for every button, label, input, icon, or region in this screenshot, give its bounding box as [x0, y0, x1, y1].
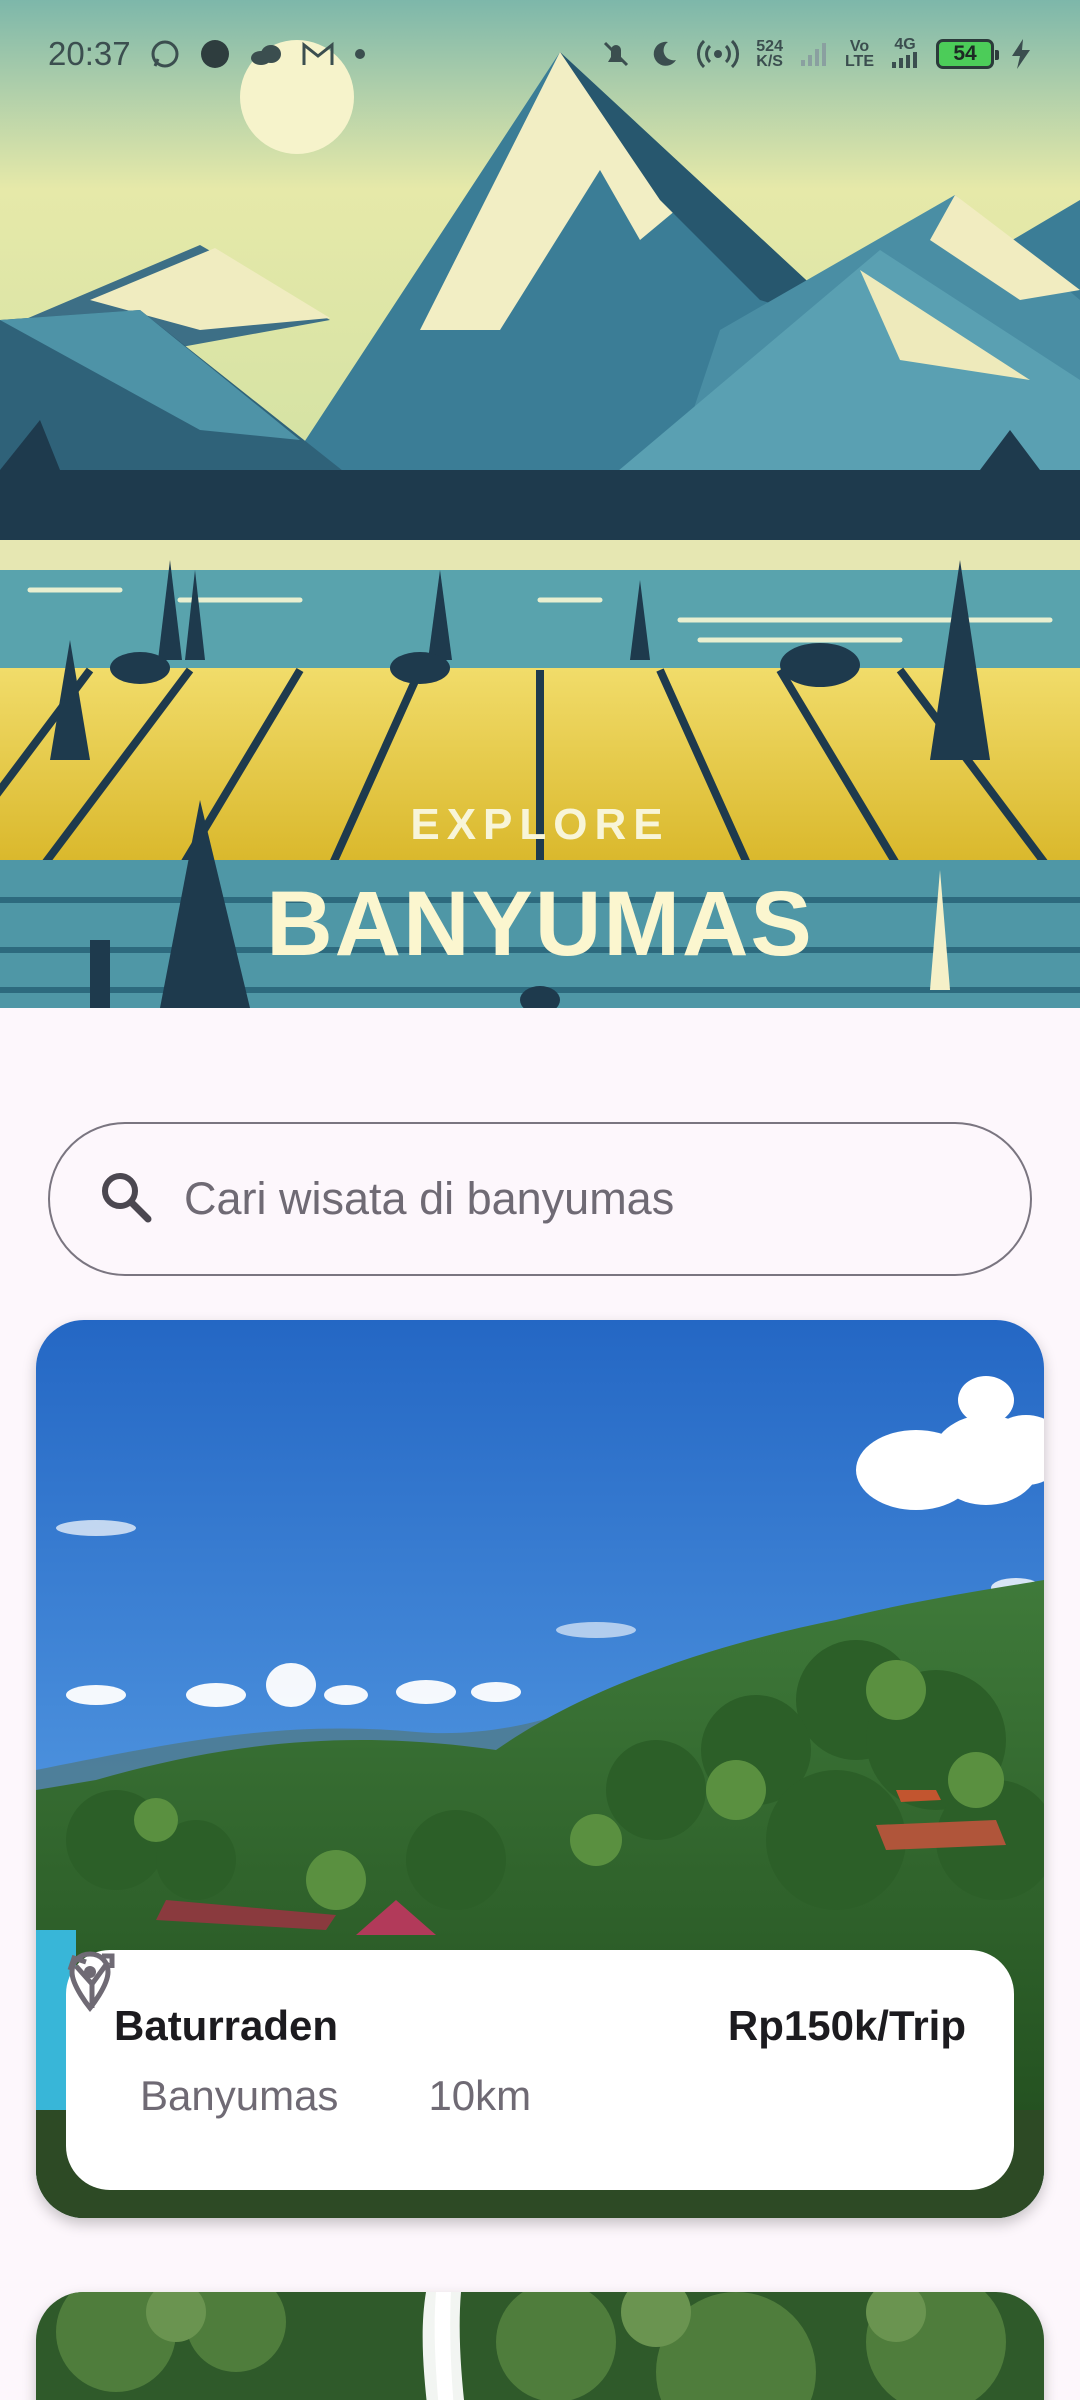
- whatsapp-icon: [149, 38, 181, 70]
- hero-subtitle: EXPLORE: [410, 800, 670, 849]
- destination-distance: 10km: [428, 2072, 532, 2119]
- hero-banner: 20:37 524 K/S Vo LTE 4G 54 EXPLORE BANYU…: [0, 0, 1080, 1008]
- destination-card[interactable]: Baturraden Rp150k/Trip Banyumas 10km: [36, 1320, 1044, 2218]
- signal-icon: [799, 40, 829, 68]
- battery-indicator: 54: [936, 39, 999, 69]
- moon-icon: [648, 38, 680, 70]
- destination-price: Rp150k/Trip: [727, 2002, 966, 2049]
- hotspot-icon: [696, 37, 740, 71]
- destination-info-panel: Baturraden Rp150k/Trip Banyumas 10km: [66, 1950, 1014, 2190]
- cloud-icon: [249, 42, 283, 66]
- volte-label: Vo LTE: [844, 38, 874, 70]
- status-bar: 20:37 524 K/S Vo LTE 4G 54: [0, 0, 1080, 108]
- charging-bolt-icon: [1010, 39, 1032, 69]
- gmail-icon: [301, 41, 335, 67]
- small-dot-icon: [353, 47, 367, 61]
- destination-location: Banyumas: [140, 2072, 339, 2119]
- waterfall-photo: [36, 2292, 1044, 2400]
- clock: 20:37: [48, 35, 131, 72]
- mountain-illustration: [0, 0, 1080, 1008]
- destination-card[interactable]: [36, 2292, 1044, 2400]
- search-bar[interactable]: [48, 1122, 1032, 1276]
- destination-name: Baturraden: [114, 2002, 339, 2049]
- dot-icon: [199, 38, 231, 70]
- network-type: 4G: [890, 37, 920, 71]
- mute-bell-icon: [600, 38, 632, 70]
- search-input[interactable]: [184, 1173, 1004, 1225]
- hero-title: BANYUMAS: [266, 873, 814, 975]
- search-icon: [98, 1169, 154, 1230]
- net-speed: 524 K/S: [756, 38, 783, 70]
